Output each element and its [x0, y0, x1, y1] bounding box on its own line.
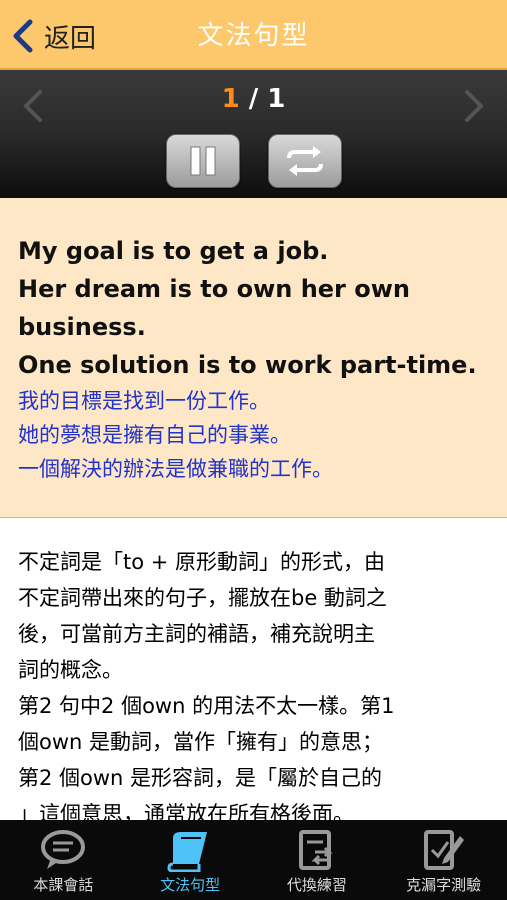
page-counter: 1 / 1: [0, 84, 507, 114]
pause-icon: [190, 146, 216, 176]
chinese-line: 她的夢想是擁有自己的事業。: [18, 423, 291, 447]
next-arrow-icon[interactable]: [459, 88, 489, 124]
english-line: business.: [18, 313, 146, 341]
english-line: My goal is to get a job.: [18, 237, 329, 265]
english-line: Her dream is to own her own: [18, 275, 410, 303]
tab-bar: 本課會話 文法句型 代換練習 克漏字測驗: [0, 820, 507, 900]
player-controls: 1 / 1: [0, 70, 507, 198]
chinese-line: 我的目標是找到一份工作。: [18, 389, 270, 413]
explanation-line: 詞的概念。: [18, 658, 123, 682]
chinese-line: 一個解決的辦法是做兼職的工作。: [18, 457, 333, 481]
tab-conversation[interactable]: 本課會話: [0, 820, 127, 900]
chat-bubble-icon: [41, 830, 86, 869]
page-title: 文法句型: [197, 21, 310, 51]
sentence-panel: My goal is to get a job. Her dream is to…: [0, 198, 507, 518]
explanation-line: 不定詞帶出來的句子，擺放在be 動詞之: [18, 586, 387, 610]
explanation-line: 後，可當前方主詞的補語，補充說明主: [18, 622, 375, 646]
explanation-line: 第2 個own 是形容詞，是「屬於自己的: [18, 766, 383, 790]
tab-cloze-test[interactable]: 克漏字測驗: [380, 820, 507, 900]
counter-total: 1: [267, 84, 286, 114]
repeat-icon: [287, 146, 323, 176]
tab-grammar[interactable]: 文法句型: [127, 820, 254, 900]
explanation-line: 」這個意思，通常放在所有格後面。: [18, 802, 354, 820]
pencil-edit-icon: [423, 830, 464, 870]
tab-substitution[interactable]: 代換練習: [254, 820, 381, 900]
explanation-line: 第2 句中2 個own 的用法不太一樣。第1: [18, 694, 395, 718]
nav-bar: 返回 文法句型: [0, 0, 507, 70]
tab-label: 克漏字測驗: [406, 876, 482, 894]
document-swap-icon: [298, 830, 333, 870]
tab-label: 文法句型: [160, 876, 221, 894]
tab-label: 代換練習: [286, 876, 347, 894]
counter-current: 1: [221, 84, 240, 114]
explanation-text: 不定詞是「to + 原形動詞」的形式，由 不定詞帶出來的句子，擺放在be 動詞之…: [0, 518, 507, 820]
pause-button[interactable]: [166, 134, 240, 188]
book-icon: [167, 832, 208, 872]
explanation-line: 不定詞是「to + 原形動詞」的形式，由: [18, 550, 386, 574]
tab-label: 本課會話: [33, 876, 94, 894]
repeat-button[interactable]: [268, 134, 342, 188]
counter-separator: /: [239, 84, 268, 114]
explanation-line: 個own 是動詞，當作「擁有」的意思；: [18, 730, 384, 754]
english-line: One solution is to work part-time.: [18, 351, 477, 379]
